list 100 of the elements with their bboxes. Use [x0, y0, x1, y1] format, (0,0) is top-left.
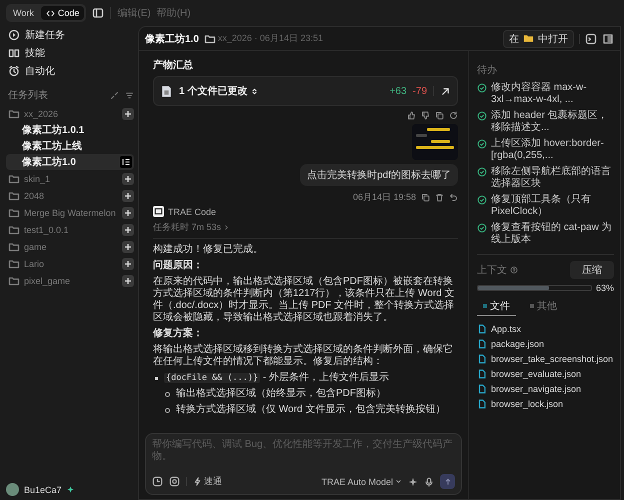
microphone-icon	[424, 476, 434, 486]
section-title: 上下文	[477, 264, 507, 277]
project-folder[interactable]: pixel_game	[8, 274, 70, 286]
sidebar-action[interactable]: 新建任务	[6, 26, 134, 44]
arrow-up-icon	[444, 478, 452, 486]
add-button[interactable]	[122, 190, 134, 202]
plus-icon	[124, 276, 132, 284]
message-time: 06月14日 19:58	[352, 191, 416, 204]
plus-icon	[124, 260, 132, 268]
folder-icon	[8, 224, 20, 236]
add-button[interactable]	[122, 206, 134, 218]
changes-card[interactable]: 1 个文件已更改 +63 -79	[153, 76, 458, 106]
section-title: 产物汇总	[153, 58, 194, 72]
thumbs-down-icon	[421, 111, 430, 120]
user-name: Bu1eCa7	[24, 484, 62, 494]
bullet-item: 转换方式选择区域（仅 Word 文件显示，包含完美转换按钮）	[176, 404, 446, 416]
sparkle-icon	[66, 486, 74, 493]
help-icon	[510, 266, 518, 274]
sparkle-icon	[408, 476, 418, 486]
assistant-name: TRAE Code	[168, 206, 216, 216]
chevron-down-icon	[395, 478, 402, 485]
folder-icon	[8, 206, 20, 218]
response-paragraph: 在原来的代码中，输出格式选择区域（包含PDF图标）被嵌套在转换方式选择区域的条件判断内（第1217行），该条件只在上传 Word 文件（.doc/.docx）时才显示。当上传 PDF 文件时，整个转换方式选择区域会被隐藏，导致输出格式选择区域也跟着消失了。	[153, 276, 456, 324]
add-button[interactable]	[122, 274, 134, 286]
project-folder[interactable]: Lario	[8, 258, 44, 270]
undo-icon	[449, 193, 458, 202]
task-meta: xx_2026 · 06月14日 23:51	[218, 32, 323, 45]
app-logo-icon	[153, 206, 164, 217]
project-folder[interactable]: Merge Big Watermelon	[8, 206, 116, 218]
folder-icon	[8, 190, 20, 202]
folder-icon	[8, 274, 20, 286]
changes-label: 1 个文件已更改	[179, 84, 248, 98]
todo-item: 上传区添加 hover:border-[rgba(0,255,...	[491, 138, 605, 162]
thumbs-up-icon	[407, 111, 416, 120]
project-folder[interactable]: 2048	[8, 190, 44, 202]
project-folder[interactable]: test1_0.0.1	[8, 224, 69, 236]
history-icon	[152, 476, 163, 487]
todo-item: 修复查看按钮的 cat-paw 为线上版本	[491, 222, 613, 246]
project-folder[interactable]: xx_2026	[8, 108, 58, 120]
bullet-item: {docFile && (...)} - 外层条件，上传文件后显示	[164, 372, 390, 384]
sidebar-toggle-icon	[92, 7, 104, 19]
sort-icon	[250, 86, 260, 96]
add-button[interactable]	[122, 224, 134, 236]
task-item[interactable]: 像素工坊1.0.1	[6, 122, 134, 138]
add-button[interactable]	[122, 108, 134, 120]
add-button[interactable]	[122, 240, 134, 252]
file-item[interactable]: browser_take_screenshot.json	[477, 351, 614, 366]
plus-icon	[124, 192, 132, 200]
mode-button[interactable]: 速通	[193, 475, 222, 488]
response-paragraph: 将输出格式选择区域移到转换方式选择区域的条件判断外面，确保它在任何上传文件的情况下都能显示。修复后的结构：	[153, 344, 454, 368]
sidebar-action[interactable]: 自动化	[6, 62, 134, 80]
plus-icon	[124, 208, 132, 216]
add-button[interactable]	[122, 258, 134, 270]
file-item[interactable]: browser_navigate.json	[477, 381, 614, 396]
panel-tab[interactable]: 其他	[524, 298, 563, 316]
add-button[interactable]	[122, 172, 134, 184]
plus-icon	[124, 242, 132, 250]
mode-tab[interactable]: Code	[40, 6, 84, 20]
sidebar-action[interactable]: 技能	[6, 44, 134, 62]
project-folder[interactable]: skin_1	[8, 172, 50, 184]
refresh-icon	[449, 111, 458, 120]
send-button[interactable]	[440, 474, 455, 489]
panel-tab[interactable]: 文件	[477, 298, 516, 316]
file-item[interactable]: App.tsx	[477, 321, 614, 336]
section-title: 待办	[477, 64, 498, 77]
response-paragraph: 构建成功！修复已完成。	[153, 244, 264, 256]
mode-tab[interactable]: Work	[8, 6, 39, 20]
alarm-clock-icon	[8, 65, 20, 77]
open-in-button[interactable]: 在 中打开	[503, 30, 574, 48]
model-selector[interactable]: TRAE Auto Model	[321, 476, 402, 486]
copy-icon	[421, 193, 430, 202]
panel-icon	[602, 32, 614, 44]
file-item[interactable]: browser_lock.json	[477, 396, 614, 411]
delete-icon	[435, 193, 444, 202]
file-item[interactable]: package.json	[477, 336, 614, 351]
folder-icon	[8, 172, 20, 184]
screenshot-thumbnail[interactable]	[412, 124, 458, 160]
plus-icon	[124, 226, 132, 234]
compress-button[interactable]: 压缩	[570, 261, 614, 279]
todo-item: 添加 header 包裹标题区，移除描述文...	[491, 110, 609, 134]
folder-icon	[8, 240, 20, 252]
task-item[interactable]: 像素工坊上线	[6, 138, 134, 154]
lines-added: +63	[390, 86, 407, 96]
lightning-icon	[193, 477, 202, 486]
response-heading: 修复方案：	[153, 328, 204, 340]
open-external-icon	[440, 86, 451, 96]
user-message: 点击完美转换时pdf的图标去哪了	[300, 164, 458, 186]
task-duration[interactable]: 任务耗时 7m 53s	[153, 221, 222, 234]
folder-icon	[8, 108, 20, 120]
bullet-item: 输出格式选择区域（始终显示，包含PDF图标）	[176, 388, 386, 400]
file-item[interactable]: browser_evaluate.json	[477, 366, 614, 381]
todo-item: 修复顶部工具条（只有 PixelClock）	[491, 194, 592, 218]
avatar[interactable]	[6, 483, 19, 496]
folder-icon	[8, 258, 20, 270]
section-title: 任务列表	[8, 88, 48, 102]
folder-icon	[204, 32, 216, 44]
task-item[interactable]: 像素工坊1.0	[6, 154, 134, 170]
todo-item: 修改内容容器 max-w-3xl→max-w-4xl, ...	[491, 82, 588, 106]
project-folder[interactable]: game	[8, 240, 47, 252]
list-icon	[120, 156, 132, 168]
